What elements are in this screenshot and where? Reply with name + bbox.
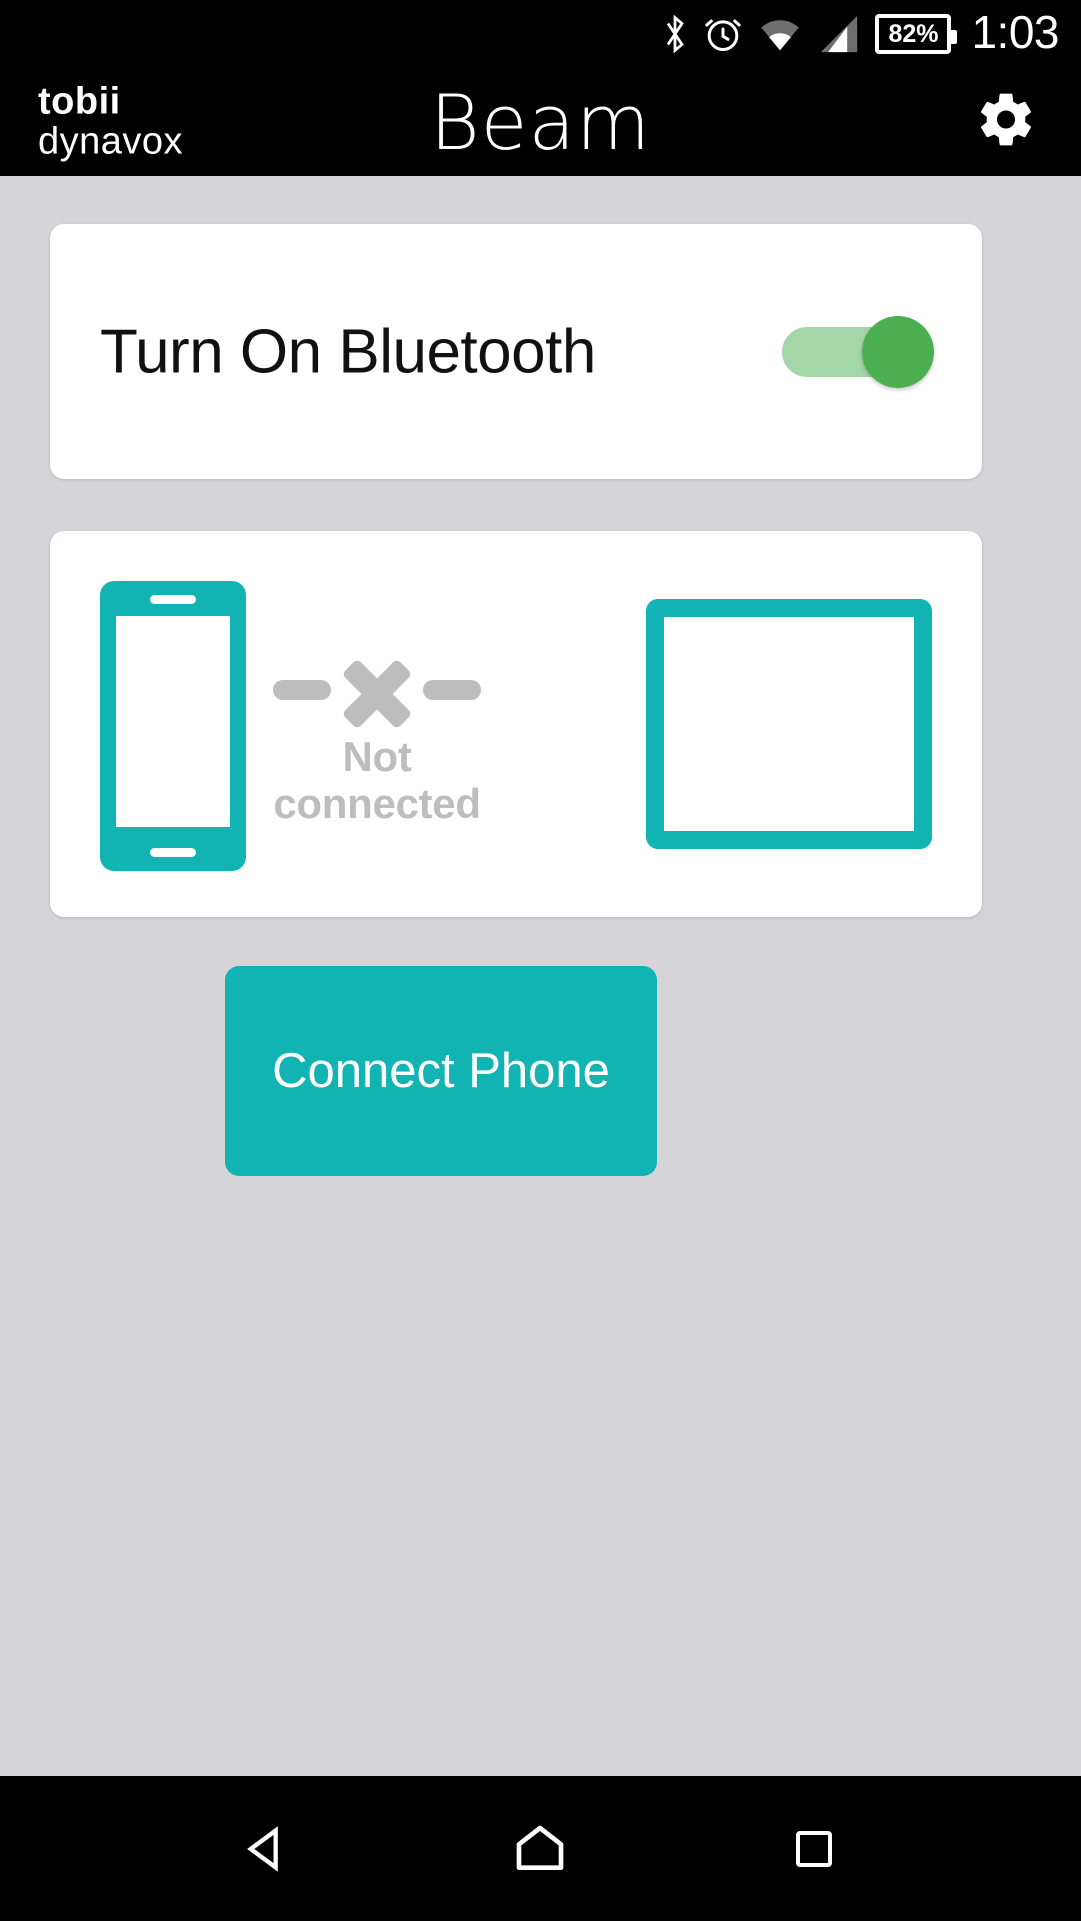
dash-left — [273, 680, 331, 700]
x-mark — [340, 657, 414, 731]
cellular-signal-icon — [817, 14, 861, 54]
phone-icon — [100, 581, 246, 871]
back-triangle-icon[interactable] — [207, 1789, 327, 1909]
connect-phone-button[interactable]: Connect Phone — [225, 966, 657, 1176]
connection-indicator: Not connected — [273, 657, 481, 827]
clock-time: 1:03 — [971, 6, 1059, 58]
android-nav-bar — [0, 1776, 1081, 1921]
bluetooth-icon — [661, 13, 689, 55]
connection-status-text: Not connected — [273, 733, 481, 828]
phone-screen — [116, 616, 230, 827]
page-title: Beam — [429, 77, 652, 167]
dash-right — [423, 680, 481, 700]
app-bar: tobii dynavox Beam — [0, 68, 1081, 176]
home-icon[interactable] — [480, 1789, 600, 1909]
wifi-icon — [757, 14, 803, 54]
main-content: Turn On Bluetooth Not connected Connect … — [0, 176, 1081, 1776]
toggle-thumb — [862, 315, 934, 388]
recents-square-icon[interactable] — [754, 1789, 874, 1909]
app-screen: 82% 1:03 tobii dynavox Beam Turn On Blue… — [0, 0, 1081, 1921]
phone-speaker — [150, 595, 196, 604]
battery-icon: 82% — [875, 14, 958, 54]
battery-percent: 82% — [888, 19, 939, 48]
device-status-card: Not connected — [50, 531, 982, 917]
x-disconnected-icon — [273, 657, 481, 730]
status-bar: 82% 1:03 — [0, 0, 1081, 68]
bluetooth-card: Turn On Bluetooth — [50, 224, 982, 479]
phone-home-button — [150, 848, 196, 857]
gear-icon[interactable] — [975, 89, 1037, 156]
alarm-icon — [703, 14, 743, 54]
bluetooth-toggle[interactable] — [782, 315, 934, 388]
tablet-icon — [646, 599, 932, 849]
bluetooth-label: Turn On Bluetooth — [100, 316, 596, 386]
